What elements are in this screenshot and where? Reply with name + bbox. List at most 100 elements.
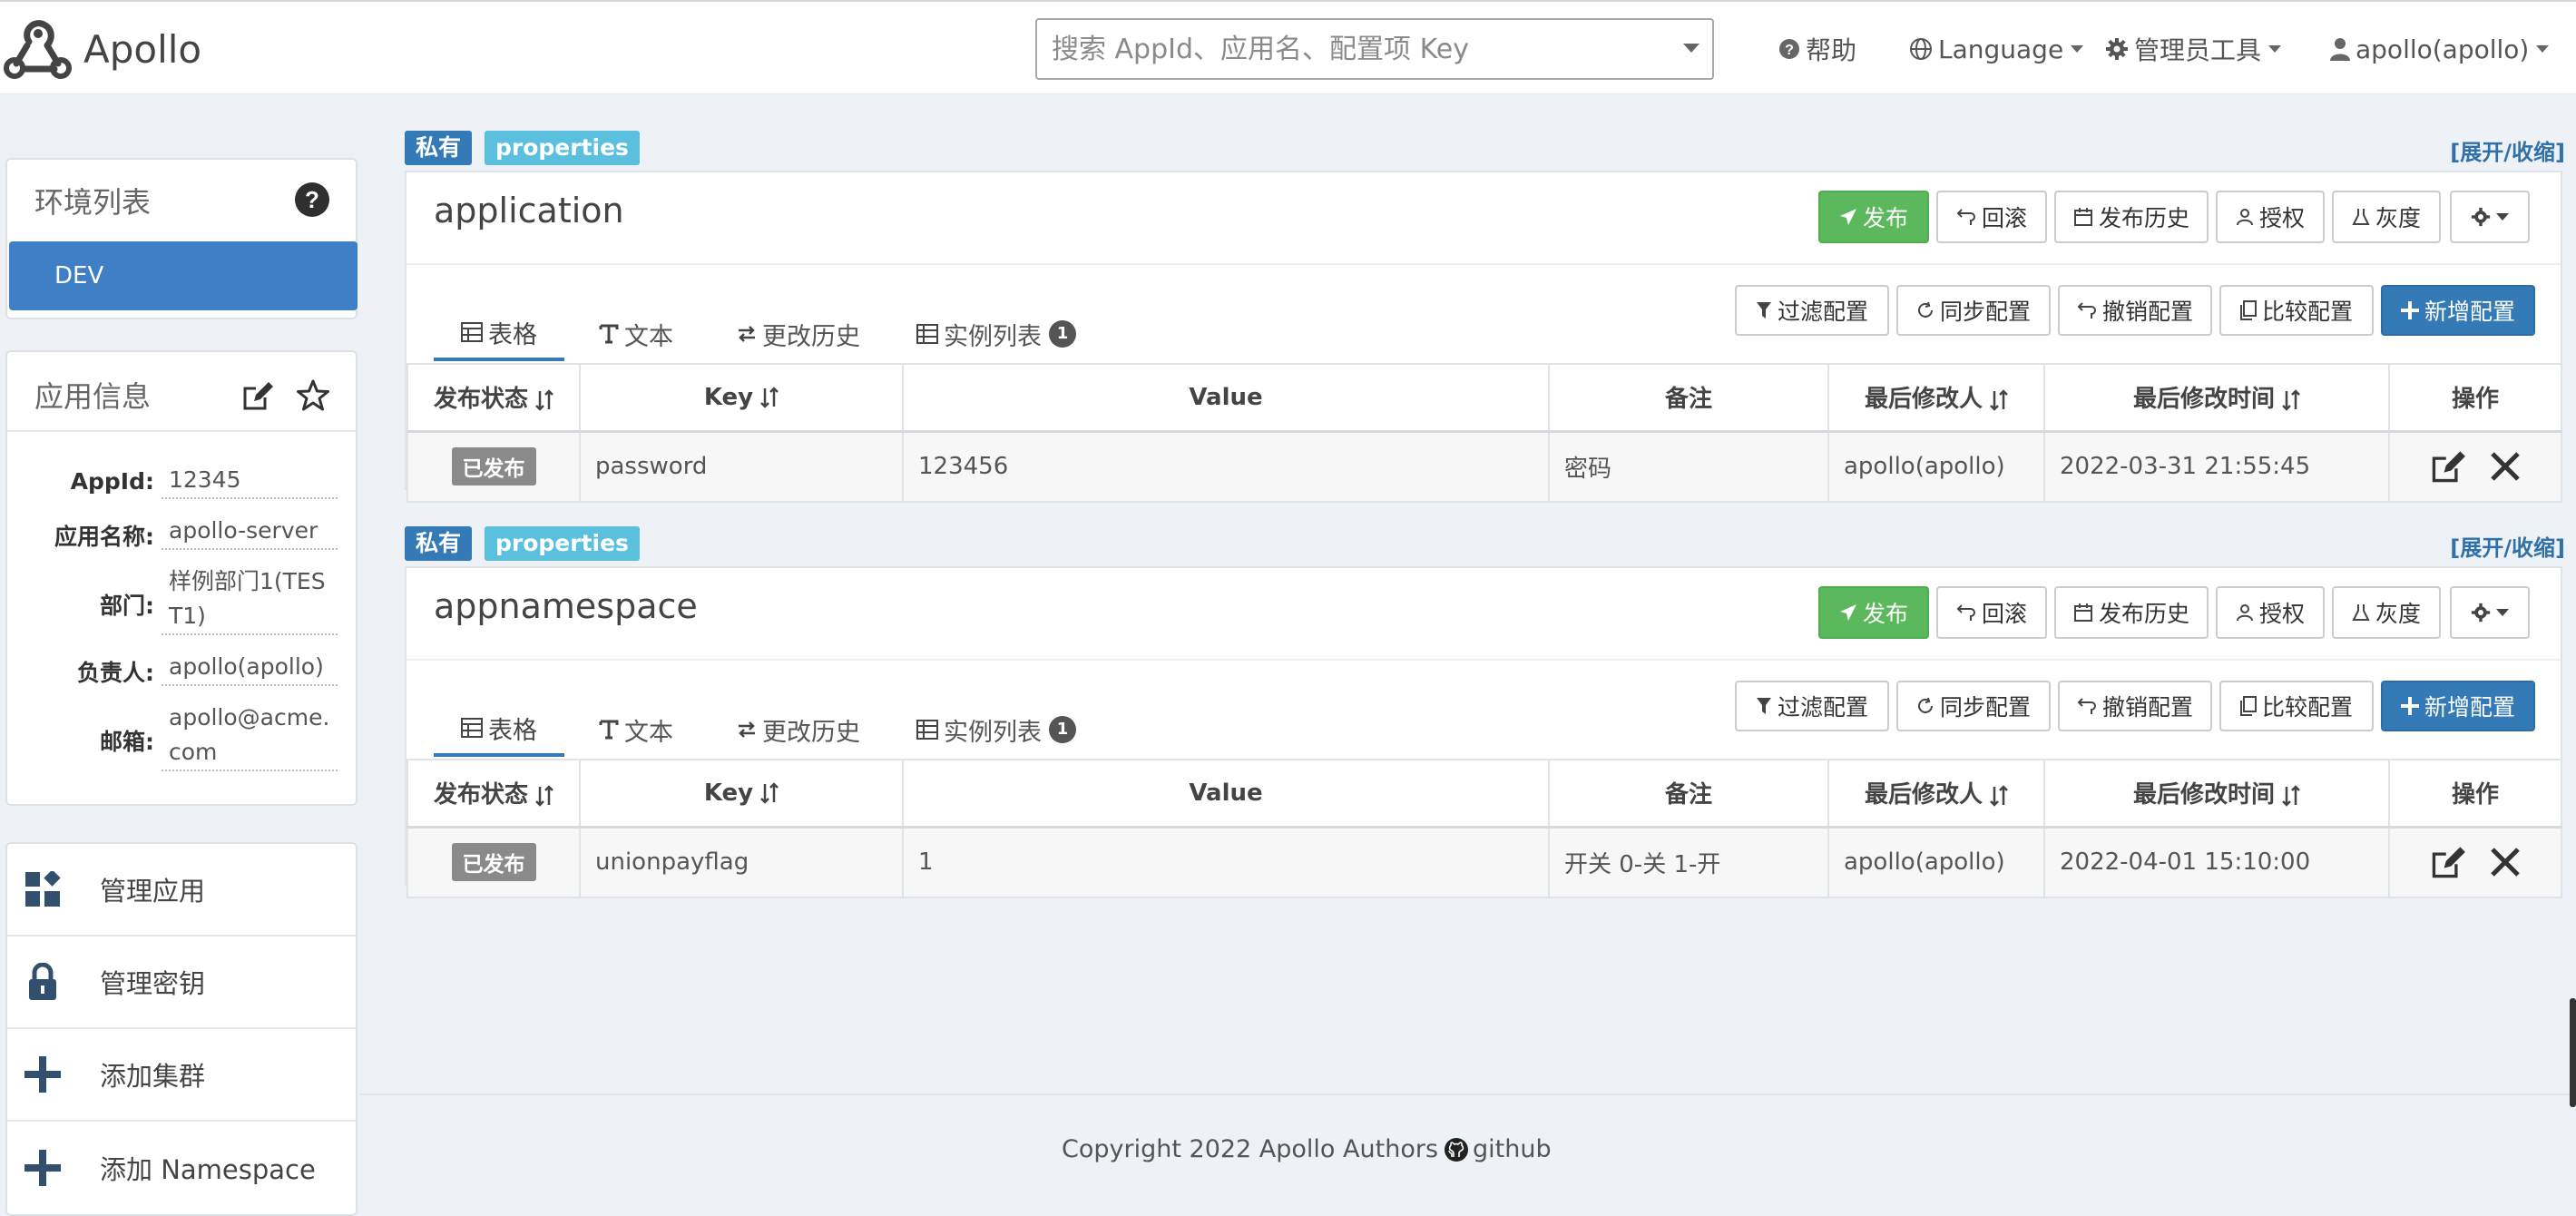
gear-icon — [2471, 207, 2491, 227]
filter-config-button[interactable]: 过滤配置 — [1735, 681, 1889, 731]
value-cell: 123456 — [902, 430, 1550, 503]
grant-button[interactable]: 授权 — [2216, 191, 2325, 243]
column-label: 发布状态 — [433, 781, 528, 809]
revoke-config-button[interactable]: 撤销配置 — [2058, 285, 2212, 336]
tab-text[interactable]: 文本 — [599, 702, 673, 757]
divider — [406, 659, 2561, 661]
search-input[interactable] — [1052, 22, 1632, 76]
compare-config-button[interactable]: 比较配置 — [2219, 681, 2374, 731]
lock-icon — [29, 963, 56, 1000]
language-dropdown[interactable]: Language — [1909, 29, 2084, 69]
undo-icon — [1956, 209, 1975, 225]
environment-panel: 环境列表 ? DEV — [5, 158, 358, 319]
globe-icon — [1910, 38, 1932, 60]
column-header-status[interactable]: 发布状态 — [406, 363, 581, 433]
rollback-button[interactable]: 回滚 — [1936, 586, 2047, 639]
column-header-value: Value — [902, 363, 1550, 433]
private-badge: 私有 — [405, 526, 473, 561]
close-icon[interactable] — [2490, 451, 2521, 482]
rollback-button[interactable]: 回滚 — [1936, 191, 2047, 243]
send-icon — [1839, 209, 1856, 225]
grant-button[interactable]: 授权 — [2216, 586, 2325, 639]
gear-icon — [2471, 603, 2491, 623]
comment-cell: 密码 — [1548, 430, 1829, 503]
column-header-key[interactable]: Key — [579, 363, 904, 433]
tab-text[interactable]: 文本 — [599, 307, 673, 361]
column-header-actions: 操作 — [2388, 363, 2562, 433]
tab-change-history[interactable]: 更改历史 — [737, 702, 860, 757]
tab-instances[interactable]: 实例列表 1 — [916, 702, 1076, 757]
sort-icon — [1990, 784, 2008, 807]
top-navbar: Apollo ? 帮助 Language 管理员工具 apollo(apollo… — [0, 0, 2576, 94]
compare-config-button[interactable]: 比较配置 — [2219, 285, 2374, 336]
add-config-button[interactable]: 新增配置 — [2381, 681, 2535, 731]
close-icon[interactable] — [2490, 847, 2521, 878]
brand-logo[interactable]: Apollo — [4, 16, 201, 82]
column-header-comment: 备注 — [1548, 759, 1829, 829]
github-link[interactable]: github — [1444, 1135, 1552, 1163]
expand-collapse-link[interactable]: [展开/收缩] — [2450, 134, 2565, 166]
brand-name: Apollo — [83, 26, 202, 72]
settings-dropdown-button[interactable] — [2450, 191, 2530, 243]
caret-down-icon — [2071, 45, 2084, 53]
menu-item-manage-secret[interactable]: 管理密钥 — [7, 937, 356, 1029]
status-cell: 已发布 — [406, 430, 581, 503]
sort-icon — [535, 784, 553, 807]
column-header-modifier[interactable]: 最后修改人 — [1827, 363, 2045, 433]
gray-release-button[interactable]: 灰度 — [2332, 191, 2441, 243]
tab-instances[interactable]: 实例列表 1 — [916, 307, 1076, 361]
app-name-label: 应用名称: — [54, 524, 154, 550]
value-cell: 1 — [902, 826, 1550, 898]
column-header-modified-time[interactable]: 最后修改时间 — [2043, 363, 2390, 433]
publish-button[interactable]: 发布 — [1818, 586, 1929, 639]
gray-release-button[interactable]: 灰度 — [2332, 586, 2441, 639]
menu-item-label: 管理密钥 — [100, 968, 206, 999]
column-header-status[interactable]: 发布状态 — [406, 759, 581, 829]
filter-icon — [1756, 302, 1771, 319]
menu-item-label: 管理应用 — [100, 876, 206, 907]
column-header-value: Value — [902, 759, 1550, 829]
expand-collapse-link[interactable]: [展开/收缩] — [2450, 530, 2565, 562]
user-outline-icon — [2236, 209, 2253, 226]
column-label: 最后修改人 — [1864, 781, 1983, 809]
sync-config-button[interactable]: 同步配置 — [1896, 285, 2051, 336]
add-config-button[interactable]: 新增配置 — [2381, 285, 2535, 336]
scrollbar-handle[interactable] — [2570, 998, 2576, 1107]
revoke-config-button[interactable]: 撤销配置 — [2058, 681, 2212, 731]
env-item-dev[interactable]: DEV — [9, 241, 358, 310]
filter-config-button[interactable]: 过滤配置 — [1735, 285, 1889, 336]
search-box[interactable] — [1035, 18, 1714, 80]
release-history-button[interactable]: 发布历史 — [2054, 191, 2209, 243]
edit-icon[interactable] — [2430, 448, 2466, 485]
email-value: apollo@acme.com — [162, 701, 338, 771]
compare-config-label: 比较配置 — [2261, 299, 2353, 325]
tab-change-history[interactable]: 更改历史 — [737, 307, 860, 361]
chevron-down-icon[interactable] — [1683, 44, 1699, 53]
column-header-modified-time[interactable]: 最后修改时间 — [2043, 759, 2390, 829]
release-history-button[interactable]: 发布历史 — [2054, 586, 2209, 639]
column-header-modifier[interactable]: 最后修改人 — [1827, 759, 2045, 829]
tab-table[interactable]: 表格 — [434, 307, 564, 361]
edit-icon[interactable] — [241, 379, 274, 412]
help-circle-icon[interactable]: ? — [294, 181, 330, 218]
sort-icon — [1990, 388, 2008, 411]
publish-button[interactable]: 发布 — [1818, 191, 1929, 243]
undo-icon — [2077, 302, 2096, 319]
settings-dropdown-button[interactable] — [2450, 586, 2530, 639]
user-dropdown[interactable]: apollo(apollo) — [2330, 29, 2550, 69]
add-config-label: 新增配置 — [2424, 299, 2515, 325]
sort-icon — [2282, 388, 2300, 411]
column-header-key[interactable]: Key — [579, 759, 904, 829]
edit-icon[interactable] — [2430, 844, 2466, 880]
instance-count-badge: 1 — [1049, 320, 1076, 348]
sync-config-button[interactable]: 同步配置 — [1896, 681, 2051, 731]
menu-item-manage-app[interactable]: 管理应用 — [7, 844, 356, 937]
menu-item-add-namespace[interactable]: 添加 Namespace — [7, 1122, 356, 1214]
swap-icon — [739, 326, 755, 342]
help-link[interactable]: ? 帮助 — [1778, 29, 1856, 69]
tab-table[interactable]: 表格 — [434, 702, 564, 757]
star-icon[interactable] — [296, 379, 330, 412]
admin-tools-dropdown[interactable]: 管理员工具 — [2105, 29, 2282, 69]
menu-item-add-cluster[interactable]: 添加集群 — [7, 1029, 356, 1122]
column-label: Key — [703, 383, 754, 411]
